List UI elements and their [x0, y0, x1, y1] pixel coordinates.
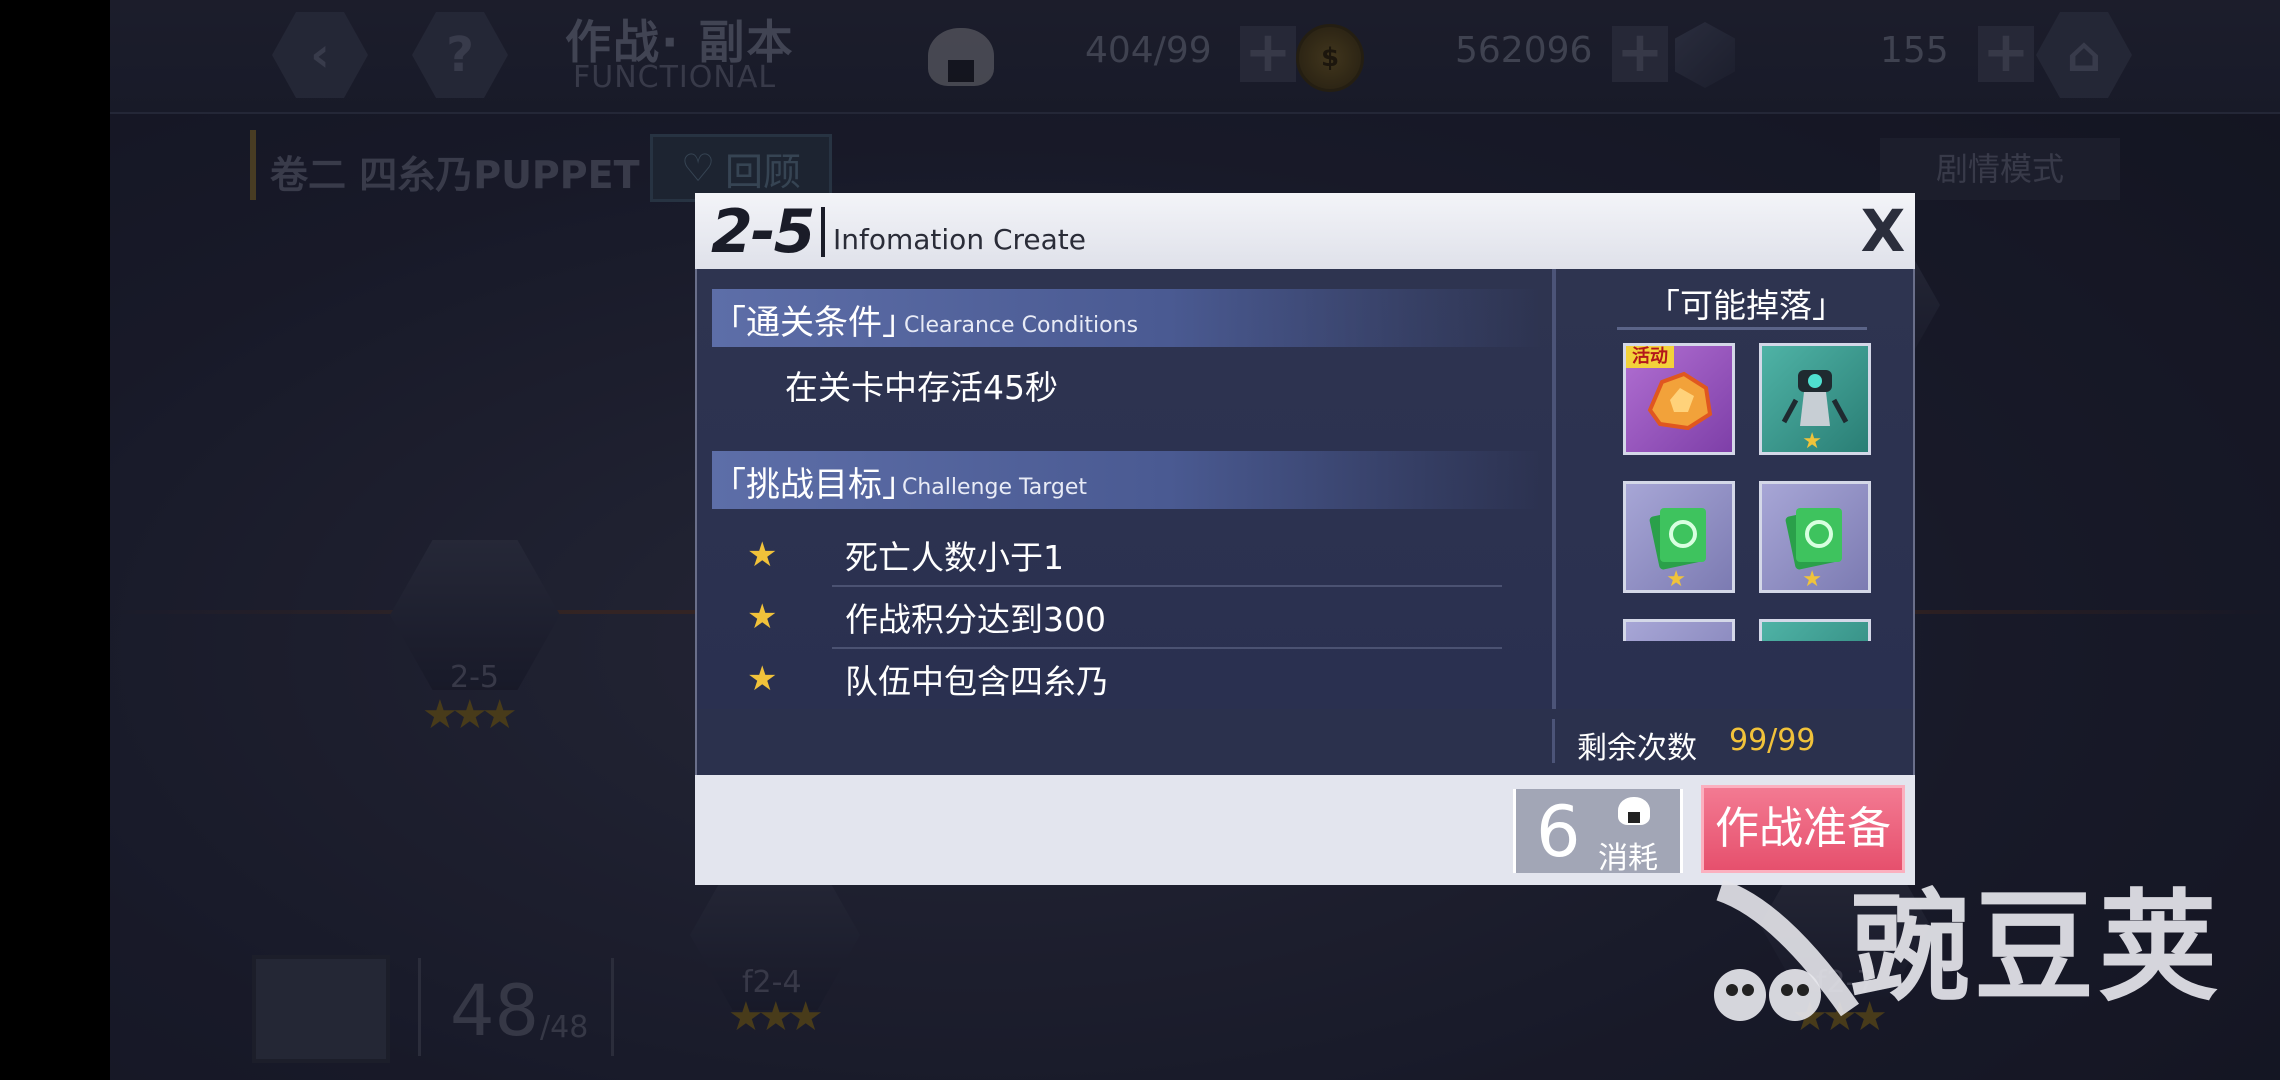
clearance-section-header: 「通关条件」 Clearance Conditions — [712, 289, 1542, 347]
stage-info-dialog: 2-5 Infomation Create X 「通关条件」 Clearance… — [695, 193, 1915, 885]
drop-item[interactable] — [1623, 619, 1735, 641]
clearance-condition: 在关卡中存活45秒 — [785, 368, 1058, 407]
dialog-action-area: 6 消耗 作战准备 — [695, 775, 1915, 885]
rarity-star-icon: ★ — [1666, 567, 1686, 592]
rarity-star-icon: ★ — [1802, 567, 1822, 592]
exp-book-icon — [1785, 508, 1842, 570]
stage-id: 2-5 — [711, 197, 815, 267]
footer-divider — [1552, 719, 1555, 763]
rarity-star-icon: ★ — [1802, 429, 1822, 454]
target-star-icon: ★ — [747, 597, 778, 637]
watermark-text: 豌豆荚 — [1850, 879, 2222, 1018]
challenge-target-text: 死亡人数小于1 — [845, 538, 1064, 577]
cost-label: 消耗 — [1598, 841, 1658, 876]
dialog-header: 2-5 Infomation Create X — [695, 193, 1915, 269]
crystal-ore-icon — [1647, 371, 1713, 431]
gold-card-icon — [1640, 636, 1718, 641]
challenge-title-en: Challenge Target — [902, 475, 1088, 500]
dialog-subtitle: Infomation Create — [833, 223, 1086, 256]
creature-icon — [1776, 636, 1854, 641]
challenge-target-text: 队伍中包含四糸乃 — [845, 662, 1109, 701]
panel-divider — [1552, 269, 1556, 709]
clearance-title-en: Clearance Conditions — [904, 313, 1139, 338]
close-button[interactable]: X — [1855, 199, 1911, 263]
conditions-panel: 「通关条件」 Clearance Conditions 在关卡中存活45秒 「挑… — [697, 269, 1542, 709]
header-separator — [821, 207, 825, 257]
dialog-body: 「通关条件」 Clearance Conditions 在关卡中存活45秒 「挑… — [695, 269, 1915, 709]
challenge-title-cn: 「挑战目标」 — [712, 465, 916, 505]
game-stage: ‹ ? 作战· 副本 FUNCTIONAL 404/99 + $ 562096 … — [110, 0, 2280, 1080]
drop-item[interactable]: ★ — [1623, 481, 1735, 593]
drop-item[interactable]: ★ — [1759, 343, 1871, 455]
remaining-value: 99/99 — [1729, 723, 1816, 758]
cost-value: 6 — [1536, 791, 1581, 873]
drops-title: 「可能掉落」 — [1647, 286, 1845, 325]
drop-item[interactable] — [1759, 619, 1871, 641]
drop-item[interactable]: 活动 — [1623, 343, 1735, 455]
exp-book-icon — [1649, 508, 1706, 570]
dialog-info-bar: 剩余次数 99/99 — [695, 709, 1915, 775]
drop-item[interactable]: ★ — [1759, 481, 1871, 593]
stamina-icon — [1618, 797, 1650, 825]
mecha-part-icon — [1781, 370, 1849, 426]
challenge-section-header: 「挑战目标」 Challenge Target — [712, 451, 1542, 509]
drops-underline — [1617, 327, 1867, 330]
remaining-label: 剩余次数 — [1577, 731, 1697, 766]
challenge-target-text: 作战积分达到300 — [845, 600, 1106, 639]
target-star-icon: ★ — [747, 535, 778, 575]
stamina-cost: 6 消耗 — [1513, 789, 1683, 876]
target-star-icon: ★ — [747, 659, 778, 699]
drops-grid[interactable]: 活动 ★ ★ ★ — [1611, 343, 1871, 641]
watermark-logo-icon — [1714, 879, 1860, 1021]
clearance-title-cn: 「通关条件」 — [712, 303, 916, 343]
